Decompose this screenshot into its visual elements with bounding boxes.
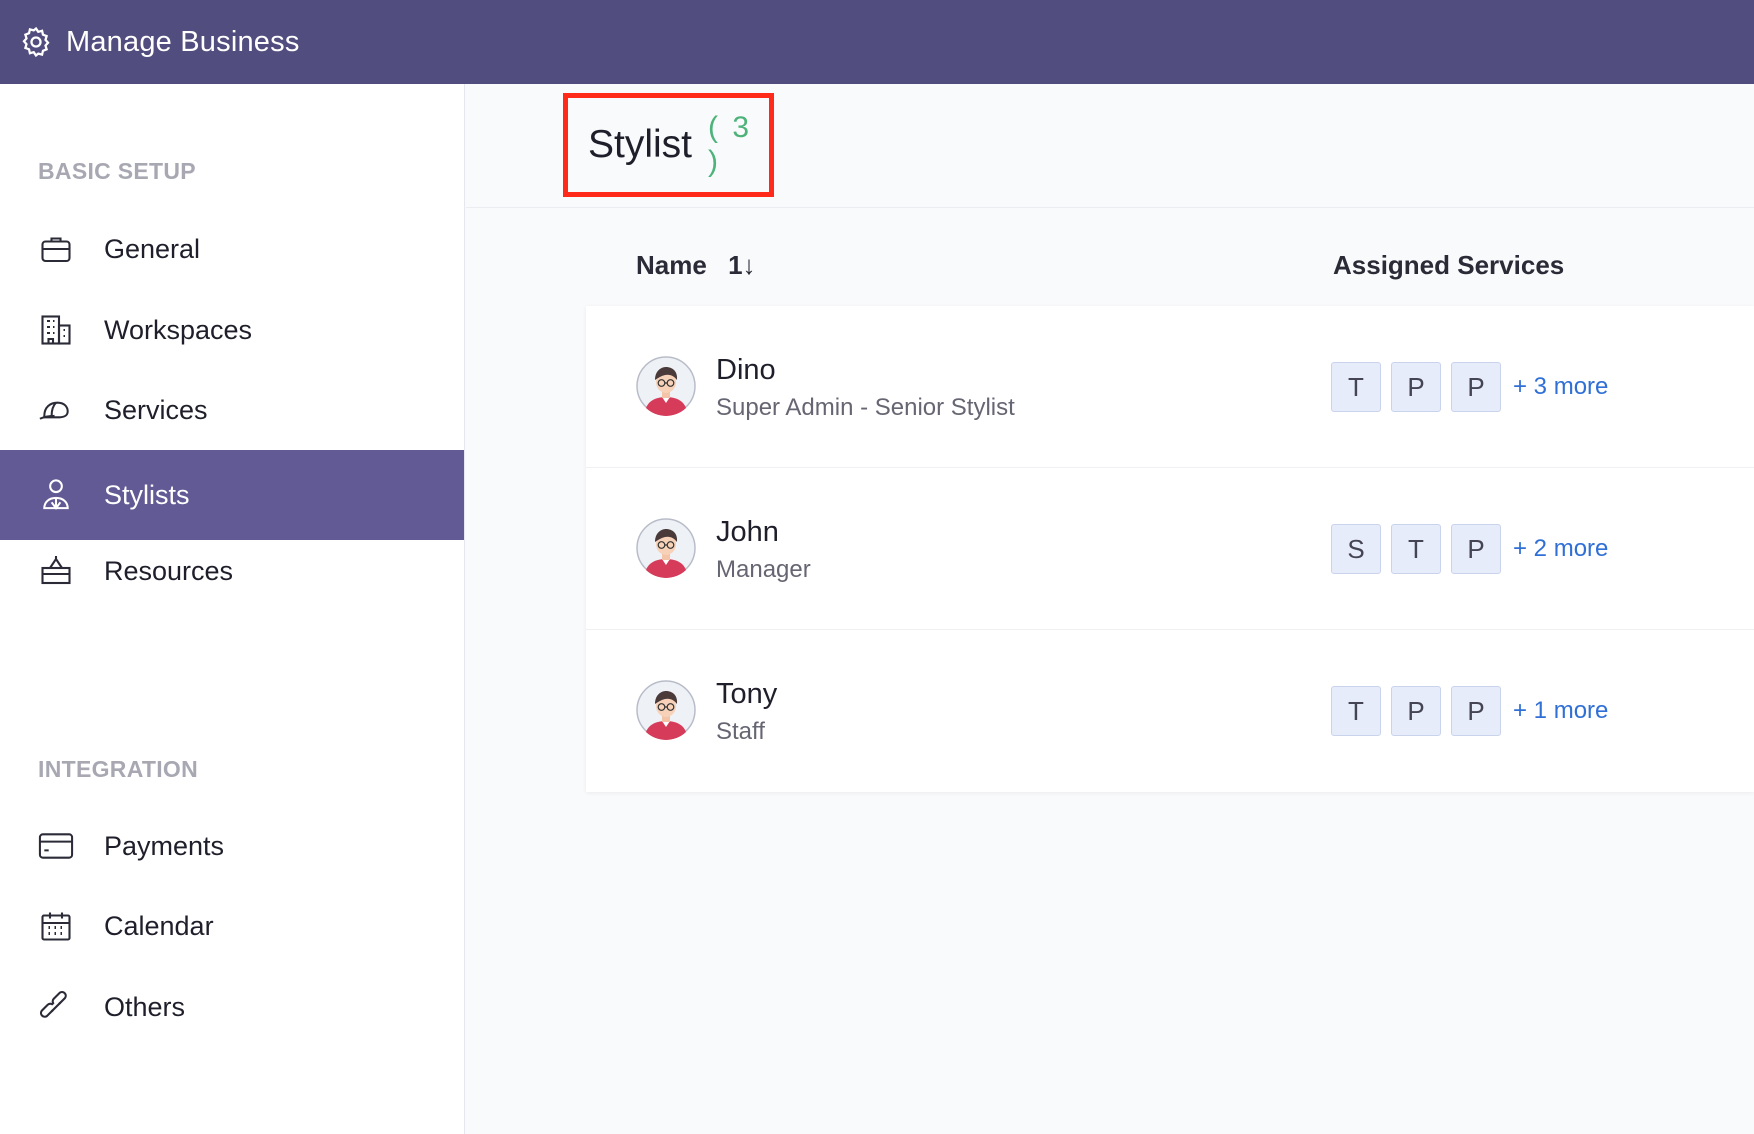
link-icon bbox=[36, 987, 76, 1027]
table-row[interactable]: Tony Staff T P P + 1 more bbox=[586, 630, 1754, 792]
more-services-link[interactable]: + 1 more bbox=[1513, 697, 1608, 725]
service-chip[interactable]: P bbox=[1451, 524, 1501, 574]
service-chip[interactable]: P bbox=[1391, 362, 1441, 412]
sidebar: BASIC SETUP General Workspaces Services bbox=[0, 84, 465, 1134]
table-row[interactable]: Dino Super Admin - Senior Stylist T P P … bbox=[586, 306, 1754, 468]
avatar bbox=[636, 356, 696, 416]
avatar bbox=[636, 518, 696, 578]
column-header-name-label: Name bbox=[636, 250, 707, 280]
sort-icon[interactable]: 1↓ bbox=[728, 250, 755, 281]
service-chip[interactable]: P bbox=[1391, 686, 1441, 736]
card-icon bbox=[36, 826, 76, 866]
sidebar-item-payments[interactable]: Payments bbox=[0, 801, 464, 891]
column-header-assigned-services: Assigned Services bbox=[1333, 250, 1565, 280]
assigned-services: S T P + 2 more bbox=[1331, 524, 1608, 574]
avatar bbox=[636, 680, 696, 740]
assigned-services: T P P + 1 more bbox=[1331, 686, 1608, 736]
stylist-name[interactable]: Tony bbox=[716, 678, 777, 711]
page-title-highlight: Stylist ( 3 ) bbox=[563, 93, 774, 197]
stylist-role: Manager bbox=[716, 556, 811, 583]
building-icon bbox=[36, 310, 76, 350]
sidebar-item-label: Payments bbox=[104, 830, 225, 861]
sidebar-item-label: Stylists bbox=[104, 479, 190, 510]
page-title: Stylist bbox=[588, 123, 693, 166]
stylist-name[interactable]: John bbox=[716, 516, 779, 549]
sidebar-item-label: Calendar bbox=[104, 910, 214, 941]
sidebar-item-resources[interactable]: Resources bbox=[0, 526, 464, 616]
more-services-link[interactable]: + 3 more bbox=[1513, 373, 1608, 401]
cap-icon bbox=[36, 390, 76, 430]
service-chip[interactable]: S bbox=[1331, 524, 1381, 574]
stylist-table: Dino Super Admin - Senior Stylist T P P … bbox=[586, 306, 1754, 792]
service-chip[interactable]: T bbox=[1331, 686, 1381, 736]
sidebar-item-workspaces[interactable]: Workspaces bbox=[0, 285, 464, 375]
assigned-services: T P P + 3 more bbox=[1331, 362, 1608, 412]
calendar-icon bbox=[36, 906, 76, 946]
sidebar-item-services[interactable]: Services bbox=[0, 365, 464, 455]
sidebar-item-label: Workspaces bbox=[104, 314, 253, 345]
stylist-role: Super Admin - Senior Stylist bbox=[716, 394, 1015, 421]
sidebar-item-others[interactable]: Others bbox=[0, 962, 464, 1052]
desk-icon bbox=[36, 551, 76, 591]
top-bar: Manage Business bbox=[0, 0, 1754, 84]
more-services-link[interactable]: + 2 more bbox=[1513, 535, 1608, 563]
briefcase-icon bbox=[36, 229, 76, 269]
service-chip[interactable]: P bbox=[1451, 362, 1501, 412]
service-chip[interactable]: P bbox=[1451, 686, 1501, 736]
page-header: Stylist ( 3 ) bbox=[466, 84, 1754, 208]
table-row[interactable]: John Manager S T P + 2 more bbox=[586, 468, 1754, 630]
sidebar-item-label: Others bbox=[104, 991, 186, 1022]
section-label-basic-setup: BASIC SETUP bbox=[38, 158, 196, 184]
column-header-name[interactable]: Name 1↓ bbox=[636, 250, 756, 281]
main-content: Stylist ( 3 ) Name 1↓ Assigned Services bbox=[466, 84, 1754, 1134]
gear-icon[interactable] bbox=[18, 24, 54, 60]
person-pin-icon bbox=[36, 475, 76, 515]
service-chip[interactable]: T bbox=[1391, 524, 1441, 574]
stylist-role: Staff bbox=[716, 718, 765, 745]
sidebar-item-label: General bbox=[104, 233, 201, 264]
section-label-integration: INTEGRATION bbox=[38, 756, 199, 782]
stylist-name[interactable]: Dino bbox=[716, 354, 776, 387]
sidebar-item-label: Resources bbox=[104, 555, 234, 586]
service-chip[interactable]: T bbox=[1331, 362, 1381, 412]
stylist-count: ( 3 ) bbox=[708, 111, 753, 178]
sidebar-item-calendar[interactable]: Calendar bbox=[0, 881, 464, 971]
sidebar-item-label: Services bbox=[104, 394, 208, 425]
app-title: Manage Business bbox=[66, 25, 300, 58]
sidebar-item-general[interactable]: General bbox=[0, 204, 464, 294]
